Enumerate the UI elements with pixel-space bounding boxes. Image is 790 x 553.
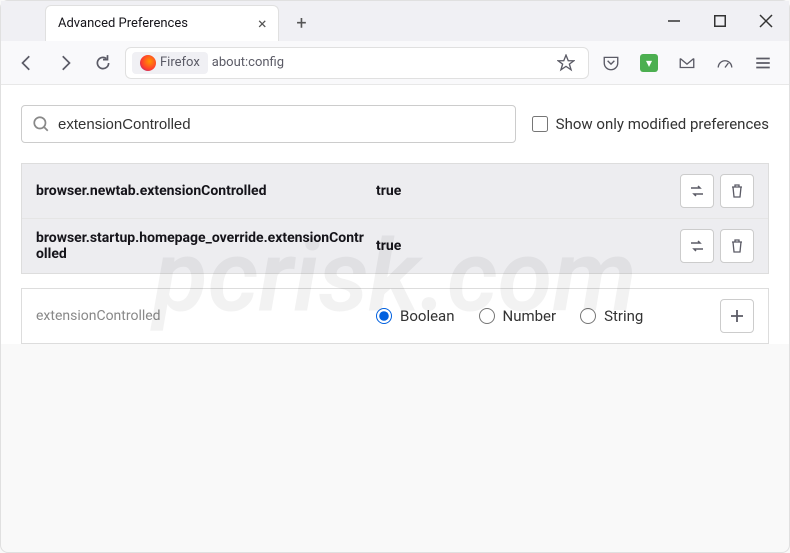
pref-name: browser.newtab.extensionControlled (36, 183, 366, 199)
app-menu-button[interactable] (747, 49, 779, 77)
hamburger-icon (754, 54, 772, 72)
delete-button[interactable] (720, 174, 754, 208)
show-modified-toggle[interactable]: Show only modified preferences (532, 115, 769, 133)
firefox-icon (140, 55, 156, 71)
reload-button[interactable] (87, 47, 119, 79)
identity-label: Firefox (160, 55, 200, 70)
search-icon (32, 115, 50, 133)
pref-row[interactable]: browser.newtab.extensionControlled true (22, 164, 768, 219)
plus-icon (728, 307, 746, 325)
show-modified-label: Show only modified preferences (556, 115, 769, 133)
minimize-icon (665, 12, 683, 30)
trash-icon (728, 182, 746, 200)
pref-row: extensionControlled Boolean Number Strin… (22, 289, 768, 343)
delete-button[interactable] (720, 229, 754, 263)
toggle-button[interactable] (680, 229, 714, 263)
type-number[interactable]: Number (479, 307, 557, 325)
pref-table: browser.newtab.extensionControlled true … (21, 163, 769, 274)
pref-actions (680, 174, 754, 208)
gauge-icon (716, 54, 734, 72)
close-icon (757, 12, 775, 30)
dashboard-button[interactable] (709, 49, 741, 77)
star-icon (557, 54, 575, 72)
minimize-button[interactable] (651, 1, 697, 41)
toolbar: Firefox about:config ▾ (1, 41, 789, 85)
new-pref-name: extensionControlled (36, 308, 366, 324)
toggle-icon (688, 237, 706, 255)
maximize-button[interactable] (697, 1, 743, 41)
toggle-icon (688, 182, 706, 200)
back-button[interactable] (11, 47, 43, 79)
search-row: Show only modified preferences (21, 105, 769, 143)
address-bar[interactable]: Firefox about:config (125, 47, 589, 79)
pocket-icon (602, 54, 620, 72)
search-box[interactable] (21, 105, 516, 143)
new-tab-button[interactable]: + (285, 7, 317, 39)
type-string[interactable]: String (580, 307, 643, 325)
pref-value: true (376, 238, 670, 254)
show-modified-checkbox[interactable] (532, 116, 548, 132)
tab-title: Advanced Preferences (58, 16, 188, 31)
close-window-button[interactable] (743, 1, 789, 41)
reload-icon (94, 54, 112, 72)
add-pref-row: extensionControlled Boolean Number Strin… (21, 288, 769, 344)
inbox-button[interactable] (671, 49, 703, 77)
pref-actions (680, 229, 754, 263)
browser-tab[interactable]: Advanced Preferences × (45, 5, 279, 41)
arrow-left-icon (18, 54, 36, 72)
extension-badge-icon: ▾ (640, 54, 658, 72)
close-tab-icon[interactable]: × (258, 14, 267, 33)
pocket-button[interactable] (595, 49, 627, 77)
inbox-icon (678, 54, 696, 72)
trash-icon (728, 237, 746, 255)
pref-name: browser.startup.homepage_override.extens… (36, 230, 366, 262)
search-input[interactable] (58, 116, 505, 133)
forward-button[interactable] (49, 47, 81, 79)
window-controls (651, 1, 789, 41)
pref-value: true (376, 183, 670, 199)
config-content: Show only modified preferences browser.n… (1, 85, 789, 344)
type-boolean[interactable]: Boolean (376, 307, 455, 325)
url-text: about:config (212, 55, 284, 70)
type-radios: Boolean Number String (376, 307, 710, 325)
maximize-icon (711, 12, 729, 30)
pref-row[interactable]: browser.startup.homepage_override.extens… (22, 219, 768, 273)
identity-chip[interactable]: Firefox (132, 52, 208, 74)
extension-button[interactable]: ▾ (633, 49, 665, 77)
pref-actions (720, 299, 754, 333)
toggle-button[interactable] (680, 174, 714, 208)
add-button[interactable] (720, 299, 754, 333)
arrow-right-icon (56, 54, 74, 72)
bookmark-button[interactable] (550, 47, 582, 79)
